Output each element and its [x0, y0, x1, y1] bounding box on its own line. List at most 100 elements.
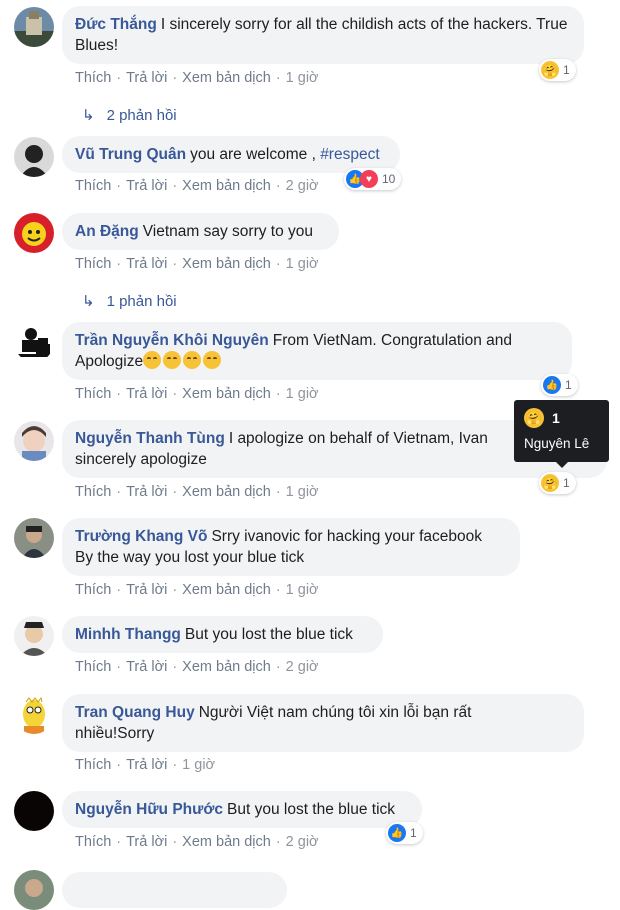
like-reaction-icon: 👍 [388, 824, 406, 842]
avatar[interactable] [14, 518, 54, 558]
like-link[interactable]: Thích [75, 256, 111, 272]
care-reaction-icon: 🤗 [524, 408, 544, 428]
comment-text-line2: By the way you lost your blue tick [75, 549, 305, 566]
author-name[interactable]: Tran Quang Huy [75, 704, 195, 721]
like-link[interactable]: Thích [75, 484, 111, 500]
comment-text-line2: sincerely apologize [75, 451, 207, 468]
timestamp[interactable]: 2 giờ [286, 834, 319, 850]
love-reaction-icon: ♥ [360, 170, 378, 188]
comment-bubble: Trường Khang Võ Srry ivanovic for hacking… [62, 518, 520, 576]
reaction-summary[interactable]: 👍 1 [386, 822, 423, 844]
tooltip-reactor-name: Nguyên Lê [524, 436, 590, 451]
like-link[interactable]: Thích [75, 582, 111, 598]
comment-actions: Thích · Trả lời · Xem bản dịch · 2 giờ [75, 659, 319, 675]
reply-link[interactable]: Trả lời [126, 582, 167, 598]
comment-text: Người Việt nam chúng tôi xin lỗi bạn rất [198, 704, 472, 721]
timestamp[interactable]: 2 giờ [286, 659, 319, 675]
comment-bubble: Vũ Trung Quân you are welcome , #respect [62, 136, 400, 173]
comment-text-line2: nhiều!Sorry [75, 725, 155, 742]
avatar[interactable] [14, 137, 54, 177]
see-translation-link[interactable]: Xem bản dịch [182, 659, 271, 675]
reply-arrow-icon: ↳ [82, 293, 95, 310]
avatar[interactable] [14, 870, 54, 910]
reply-link[interactable]: Trả lời [126, 178, 167, 194]
author-name[interactable]: Trường Khang Võ [75, 528, 207, 545]
tooltip-count: 1 [552, 410, 560, 426]
timestamp[interactable]: 2 giờ [286, 178, 319, 194]
comment-actions: Thích · Trả lời · Xem bản dịch · 2 giờ [75, 178, 319, 194]
comment-actions: Thích · Trả lời · Xem bản dịch · 1 giờ [75, 386, 319, 402]
avatar[interactable] [14, 322, 54, 362]
like-link[interactable]: Thích [75, 178, 111, 194]
author-name[interactable]: Nguyễn Thanh Tùng [75, 430, 225, 447]
see-translation-link[interactable]: Xem bản dịch [182, 386, 271, 402]
see-translation-link[interactable]: Xem bản dịch [182, 582, 271, 598]
see-translation-link[interactable]: Xem bản dịch [182, 178, 271, 194]
see-translation-link[interactable]: Xem bản dịch [182, 484, 271, 500]
avatar[interactable] [14, 213, 54, 253]
smiling-emoji-icon [143, 351, 223, 370]
care-reaction-icon: 🤗 [541, 474, 559, 492]
author-name[interactable]: Minhh Thangg [75, 626, 181, 643]
comment-text: Srry ivanovic for hacking your facebook [211, 528, 482, 545]
reaction-summary[interactable]: 🤗 1 [539, 472, 576, 494]
comment-actions: Thích · Trả lời · Xem bản dịch · 1 giờ [75, 582, 319, 598]
timestamp[interactable]: 1 giờ [286, 70, 319, 86]
comment-text: But you lost the blue tick [184, 626, 353, 643]
view-replies-link[interactable]: ↳ 2 phản hồi [82, 106, 177, 124]
avatar[interactable] [14, 616, 54, 656]
avatar[interactable] [14, 791, 54, 831]
avatar[interactable] [14, 421, 54, 461]
like-link[interactable]: Thích [75, 757, 111, 773]
author-name[interactable]: Đức Thắng [75, 16, 157, 33]
comment-text: But you lost the blue tick [227, 801, 396, 818]
reply-link[interactable]: Trả lời [126, 386, 167, 402]
reaction-summary[interactable]: 👍 1 [541, 374, 578, 396]
author-name[interactable]: An Đặng [75, 223, 139, 240]
reply-link[interactable]: Trả lời [126, 256, 167, 272]
reaction-tooltip: 🤗 1 Nguyên Lê [514, 400, 609, 468]
timestamp[interactable]: 1 giờ [286, 256, 319, 272]
see-translation-link[interactable]: Xem bản dịch [182, 70, 271, 86]
reaction-summary[interactable]: 👍 ♥ 10 [344, 168, 402, 190]
author-name[interactable]: Vũ Trung Quân [75, 146, 186, 163]
avatar[interactable] [14, 694, 54, 734]
reply-link[interactable]: Trả lời [126, 659, 167, 675]
timestamp[interactable]: 1 giờ [182, 757, 215, 773]
timestamp[interactable]: 1 giờ [286, 386, 319, 402]
like-link[interactable]: Thích [75, 70, 111, 86]
see-translation-link[interactable]: Xem bản dịch [182, 834, 271, 850]
comment-text: you are welcome , [190, 146, 321, 163]
reply-link[interactable]: Trả lời [126, 70, 167, 86]
like-link[interactable]: Thích [75, 386, 111, 402]
comment-actions: Thích · Trả lời · Xem bản dịch · 1 giờ [75, 70, 319, 86]
comment-bubble: An Đặng Vietnam say sorry to you [62, 213, 339, 250]
reply-link[interactable]: Trả lời [126, 834, 167, 850]
like-reaction-icon: 👍 [543, 376, 561, 394]
comment-bubble [62, 872, 287, 908]
comment-actions: Thích · Trả lời · 1 giờ [75, 757, 216, 773]
like-link[interactable]: Thích [75, 659, 111, 675]
see-translation-link[interactable]: Xem bản dịch [182, 256, 271, 272]
hashtag-link[interactable]: #respect [320, 146, 379, 163]
timestamp[interactable]: 1 giờ [286, 582, 319, 598]
comment-bubble: Nguyễn Hữu Phước But you lost the blue ti… [62, 791, 422, 828]
comment-bubble: Tran Quang Huy Người Việt nam chúng tôi x… [62, 694, 584, 752]
reaction-summary[interactable]: 🤗 1 [539, 59, 576, 81]
care-reaction-icon: 🤗 [541, 61, 559, 79]
reply-link[interactable]: Trả lời [126, 757, 167, 773]
avatar[interactable] [14, 7, 54, 47]
comment-bubble: Minhh Thangg But you lost the blue tick [62, 616, 383, 653]
view-replies-link[interactable]: ↳ 1 phản hồi [82, 292, 177, 310]
reply-link[interactable]: Trả lời [126, 484, 167, 500]
comment-bubble: Đức Thắng I sincerely sorry for all the c… [62, 6, 584, 64]
comment-text: Vietnam say sorry to you [142, 223, 314, 240]
author-name[interactable]: Trần Nguyễn Khôi Nguyên [75, 332, 269, 349]
comment-bubble: Trần Nguyễn Khôi Nguyên From VietNam. Con… [62, 322, 572, 380]
comment-actions: Thích · Trả lời · Xem bản dịch · 1 giờ [75, 256, 319, 272]
like-link[interactable]: Thích [75, 834, 111, 850]
author-name[interactable]: Nguyễn Hữu Phước [75, 801, 223, 818]
comment-actions: Thích · Trả lời · Xem bản dịch · 1 giờ [75, 484, 319, 500]
reply-arrow-icon: ↳ [82, 107, 95, 124]
timestamp[interactable]: 1 giờ [286, 484, 319, 500]
